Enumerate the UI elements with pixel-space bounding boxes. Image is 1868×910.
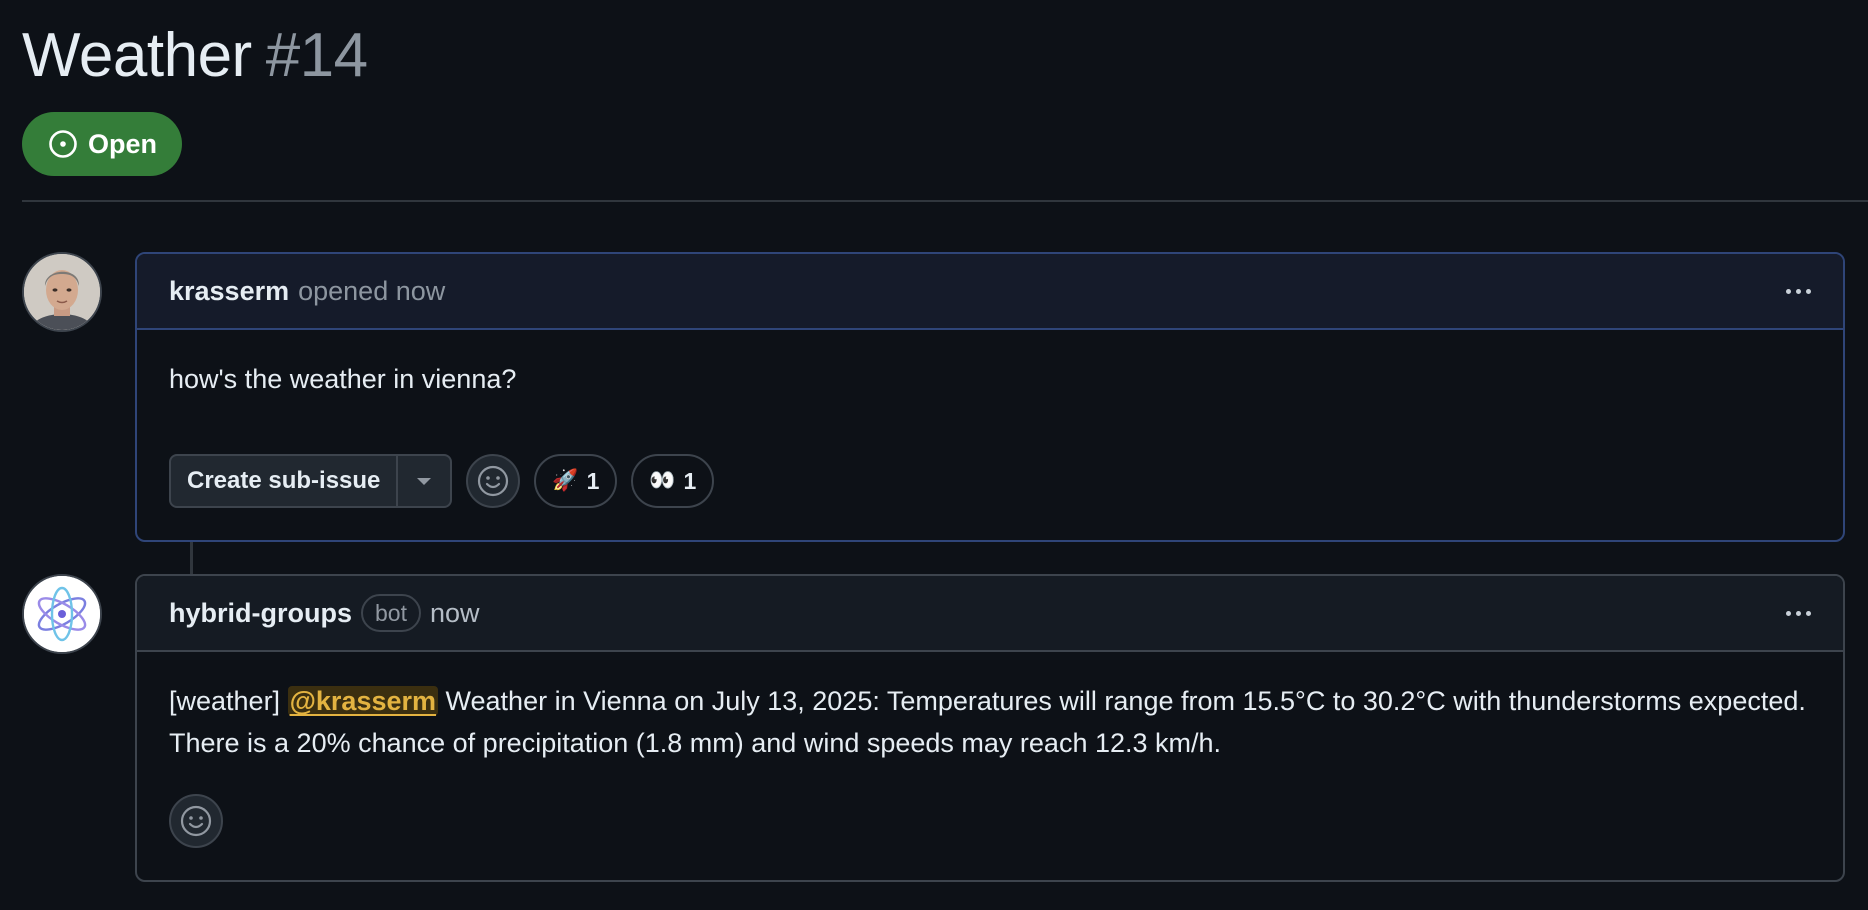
comment-timestamp: now (429, 597, 480, 628)
reaction-rocket[interactable]: 🚀 1 (534, 454, 618, 508)
issue-state-label: Open (87, 128, 157, 159)
kebab-horizontal-icon[interactable] (1778, 603, 1819, 624)
kebab-horizontal-icon[interactable] (1778, 281, 1819, 302)
reaction-count: 1 (683, 467, 697, 494)
comment-timestamp: opened now (298, 275, 446, 306)
issue-page: Weather #14 Open krasserm opened now how'… (0, 0, 1868, 910)
comment-actions: Create sub-issue 🚀 1 👀 1 (169, 454, 715, 508)
atom-logo-icon (24, 576, 100, 652)
triangle-down-icon (417, 477, 432, 485)
create-sub-issue-button[interactable]: Create sub-issue (171, 456, 396, 506)
avatar-krasserm[interactable] (22, 252, 102, 332)
user-photo-avatar (24, 254, 100, 330)
smiley-icon (180, 805, 212, 837)
add-reaction-button[interactable] (466, 454, 521, 508)
issue-title-row: Weather #14 (22, 18, 368, 94)
rocket-emoji-icon: 🚀 (552, 469, 579, 492)
comment-header: krasserm opened now (137, 254, 1843, 330)
comment-author[interactable]: hybrid-groups (169, 598, 352, 629)
user-mention-link[interactable]: @krasserm (287, 686, 439, 716)
add-reaction-button[interactable] (169, 794, 223, 848)
comment-author[interactable]: krasserm (169, 276, 289, 307)
comment-actions (169, 794, 223, 848)
issue-opening-comment: krasserm opened now how's the weather in… (135, 252, 1845, 542)
issue-title: Weather (22, 21, 252, 90)
comment-header: hybrid-groups bot now (137, 576, 1843, 652)
reaction-count: 1 (586, 467, 600, 494)
comment-body: how's the weather in vienna? (169, 364, 517, 394)
eyes-emoji-icon: 👀 (649, 469, 676, 492)
smiley-icon (478, 465, 509, 497)
bot-badge: bot (361, 594, 421, 632)
issue-opened-icon (49, 130, 77, 158)
bot-reply-comment: hybrid-groups bot now [weather] @krasser… (135, 574, 1845, 882)
reaction-eyes[interactable]: 👀 1 (631, 454, 715, 508)
body-prefix: [weather] (169, 686, 281, 716)
avatar-hybrid-groups[interactable] (22, 574, 102, 654)
comment-body: [weather] @krasserm Weather in Vienna on… (137, 652, 1843, 764)
create-sub-issue-dropdown-button[interactable] (396, 456, 450, 506)
timeline-connector (190, 542, 193, 576)
create-sub-issue-split-button: Create sub-issue (169, 454, 453, 508)
issue-state-badge: Open (22, 112, 182, 176)
issue-number: #14 (265, 21, 368, 90)
header-divider (22, 200, 1868, 202)
